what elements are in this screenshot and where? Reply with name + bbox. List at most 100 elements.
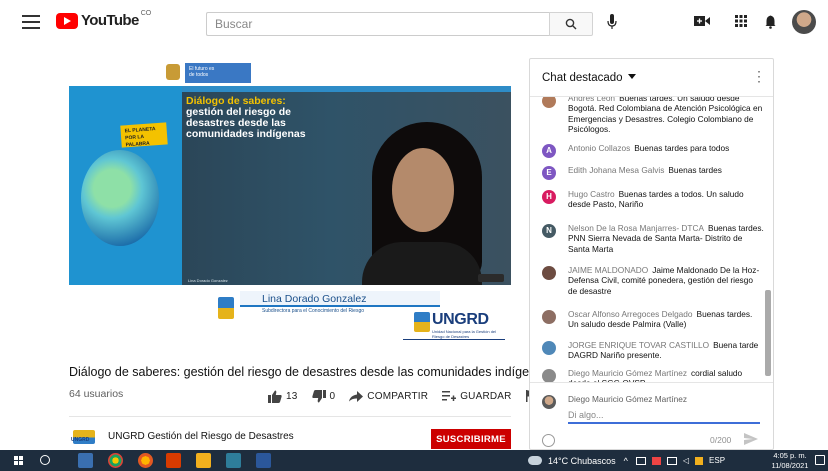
char-counter: 0/200 [710,435,732,445]
chat-messages: Andres Leon Buenas tardes. Un saludo desd… [530,97,764,382]
tray-app-icon[interactable] [635,456,646,465]
tray-chevron-up-icon[interactable]: ^ [624,456,628,466]
chat-author-name[interactable]: Andres Leon [568,97,615,103]
lower-third: Lina Dorado Gonzalez Subdirectora para e… [69,285,511,347]
save-button[interactable]: GUARDAR [442,390,511,402]
account-avatar[interactable] [792,10,816,34]
chevron-down-icon[interactable] [628,74,636,80]
logo-country: CO [140,10,152,17]
taskbar-search-icon[interactable] [40,455,50,465]
youtube-logo[interactable]: YouTube CO [56,10,152,29]
like-button[interactable]: 13 [268,390,298,403]
top-bar: YouTube CO Buscar [0,0,828,46]
view-count: 64 usuarios [69,388,124,400]
youtube-play-icon [56,12,78,29]
chat-author-name[interactable]: Oscar Alfonso Arregoces Delgado [568,309,693,319]
ungrd-mark-icon [414,312,430,332]
chat-scrollbar-thumb[interactable] [765,290,771,376]
menu-icon[interactable] [22,15,40,29]
volume-icon[interactable]: ◁ [683,456,689,465]
notifications-bell-icon[interactable] [765,15,776,29]
globe-illustration [81,150,159,246]
chat-message-body: Buenas tardes [668,165,722,175]
chat-author-avatar[interactable]: A [542,144,556,158]
more-vert-icon[interactable]: ⋮ [752,69,766,83]
chat-input-area: Diego Mauricio Gómez Martínez Di algo...… [530,382,773,449]
video-left-panel: EL PLANETA POR LA PALABRA [69,86,182,286]
chat-message-text: Diego Mauricio Gómez Martínez cordial sal… [568,368,764,382]
share-button[interactable]: COMPARTIR [349,390,428,402]
chat-author-avatar[interactable]: N [542,224,556,238]
notification-center-icon[interactable] [815,455,825,465]
office-icon[interactable] [166,453,181,468]
file-explorer-icon[interactable] [196,453,211,468]
chat-author-avatar[interactable]: H [542,190,556,204]
chat-message-text: Nelson De la Rosa Manjarres- DTCA Buenas … [568,223,764,254]
chat-author-name[interactable]: JAIME MALDONADO [568,265,648,275]
emoji-icon[interactable] [542,434,555,447]
live-chat-panel: Chat destacado ⋮ Andres Leon Buenas tarde… [529,58,774,450]
chat-author-name[interactable]: Diego Mauricio Gómez Martínez [568,368,687,378]
channel-name[interactable]: UNGRD Gestión del Riesgo de Desastres [108,431,294,442]
chat-message-text: Oscar Alfonso Arregoces Delgado Buenas ta… [568,309,764,330]
frame-credit: Lina Dorado Gonzalez [188,278,228,283]
channel-logo-text: UNGRD [71,437,90,443]
tray-security-icon[interactable] [651,456,661,465]
tray-battery-icon[interactable] [695,456,704,465]
firefox-icon[interactable] [138,453,153,468]
language-indicator[interactable]: ESP [709,456,725,465]
share-arrow-icon [349,390,364,402]
chat-message-text: Hugo Castro Buenas tardes a todos. Un sal… [568,189,764,210]
weather-text[interactable]: 14°C Chubascos [548,456,616,466]
chat-author-name[interactable]: Nelson De la Rosa Manjarres- DTCA [568,223,704,233]
thumbs-up-icon [268,390,282,403]
logo-text: YouTube [81,12,139,29]
clock-date: 11/08/2021 [771,460,809,470]
chat-author-name[interactable]: JORGE ENRIQUE TOVAR CASTILLO [568,340,709,350]
windows-start-icon[interactable] [14,456,23,465]
chat-author-avatar[interactable] [542,310,556,324]
search-button[interactable] [549,12,593,36]
speaker-name: Lina Dorado Gonzalez [240,291,440,307]
create-video-icon[interactable] [694,15,710,27]
chrome-icon[interactable] [108,453,123,468]
user-avatar [542,395,556,409]
chat-message-text: JAIME MALDONADO Jaime Maldonado De la Hoz… [568,265,764,296]
frame-title: Diálogo de saberes: gestión del riesgo d… [186,95,306,140]
send-icon[interactable] [744,433,758,445]
chat-message-text: Antonio Collazos Buenas tardes para todos [568,143,764,153]
speaker-frame: Diálogo de saberes: gestión del riesgo d… [182,92,511,292]
chat-message-input[interactable]: Di algo... [568,409,760,424]
apps-grid-icon[interactable] [735,15,747,27]
chat-author-name[interactable]: Edith Johana Mesa Galvis [568,165,664,175]
clock-time: 4:05 p. m. [773,451,807,460]
org-subtitle: Unidad Nacional para la Gestión del Ries… [432,329,497,339]
chat-author-avatar[interactable] [542,369,556,382]
subscribe-button[interactable]: SUSCRIBIRME [431,429,511,449]
clock[interactable]: 4:05 p. m. 11/08/2021 [770,451,810,470]
search-icon [565,18,577,30]
user-name: Diego Mauricio Gómez Martínez [568,394,687,404]
chat-header: Chat destacado ⋮ [530,59,773,97]
taskbar-app-icon[interactable] [226,453,241,468]
word-icon[interactable] [256,453,271,468]
chat-scrollbar[interactable] [764,97,772,382]
chat-message-body: Buenas tardes. Un saludo desde Bogotá. R… [568,97,763,135]
chat-author-avatar[interactable] [542,97,556,108]
chat-message-text: JORGE ENRIQUE TOVAR CASTILLO Buena tarde … [568,340,764,361]
chat-author-name[interactable]: Antonio Collazos [568,143,630,153]
chat-author-name[interactable]: Hugo Castro [568,189,615,199]
chat-author-avatar[interactable]: E [542,166,556,180]
network-icon[interactable] [666,456,677,465]
chat-message-body: Buenas tardes para todos [634,143,730,153]
video-actions: 13 0 COMPARTIR GUARDAR [268,387,554,405]
microphone-icon[interactable] [607,14,617,30]
video-player[interactable]: El futuro es de todos EL PLANETA POR LA … [69,60,511,347]
dislike-button[interactable]: 0 [311,389,336,403]
search-input[interactable]: Buscar [206,12,549,36]
chat-mode-dropdown[interactable]: Chat destacado [542,72,623,84]
chat-message-text: Andres Leon Buenas tardes. Un saludo desd… [568,97,764,135]
chat-author-avatar[interactable] [542,266,556,280]
chat-author-avatar[interactable] [542,341,556,355]
taskbar-app-icon[interactable] [78,453,93,468]
